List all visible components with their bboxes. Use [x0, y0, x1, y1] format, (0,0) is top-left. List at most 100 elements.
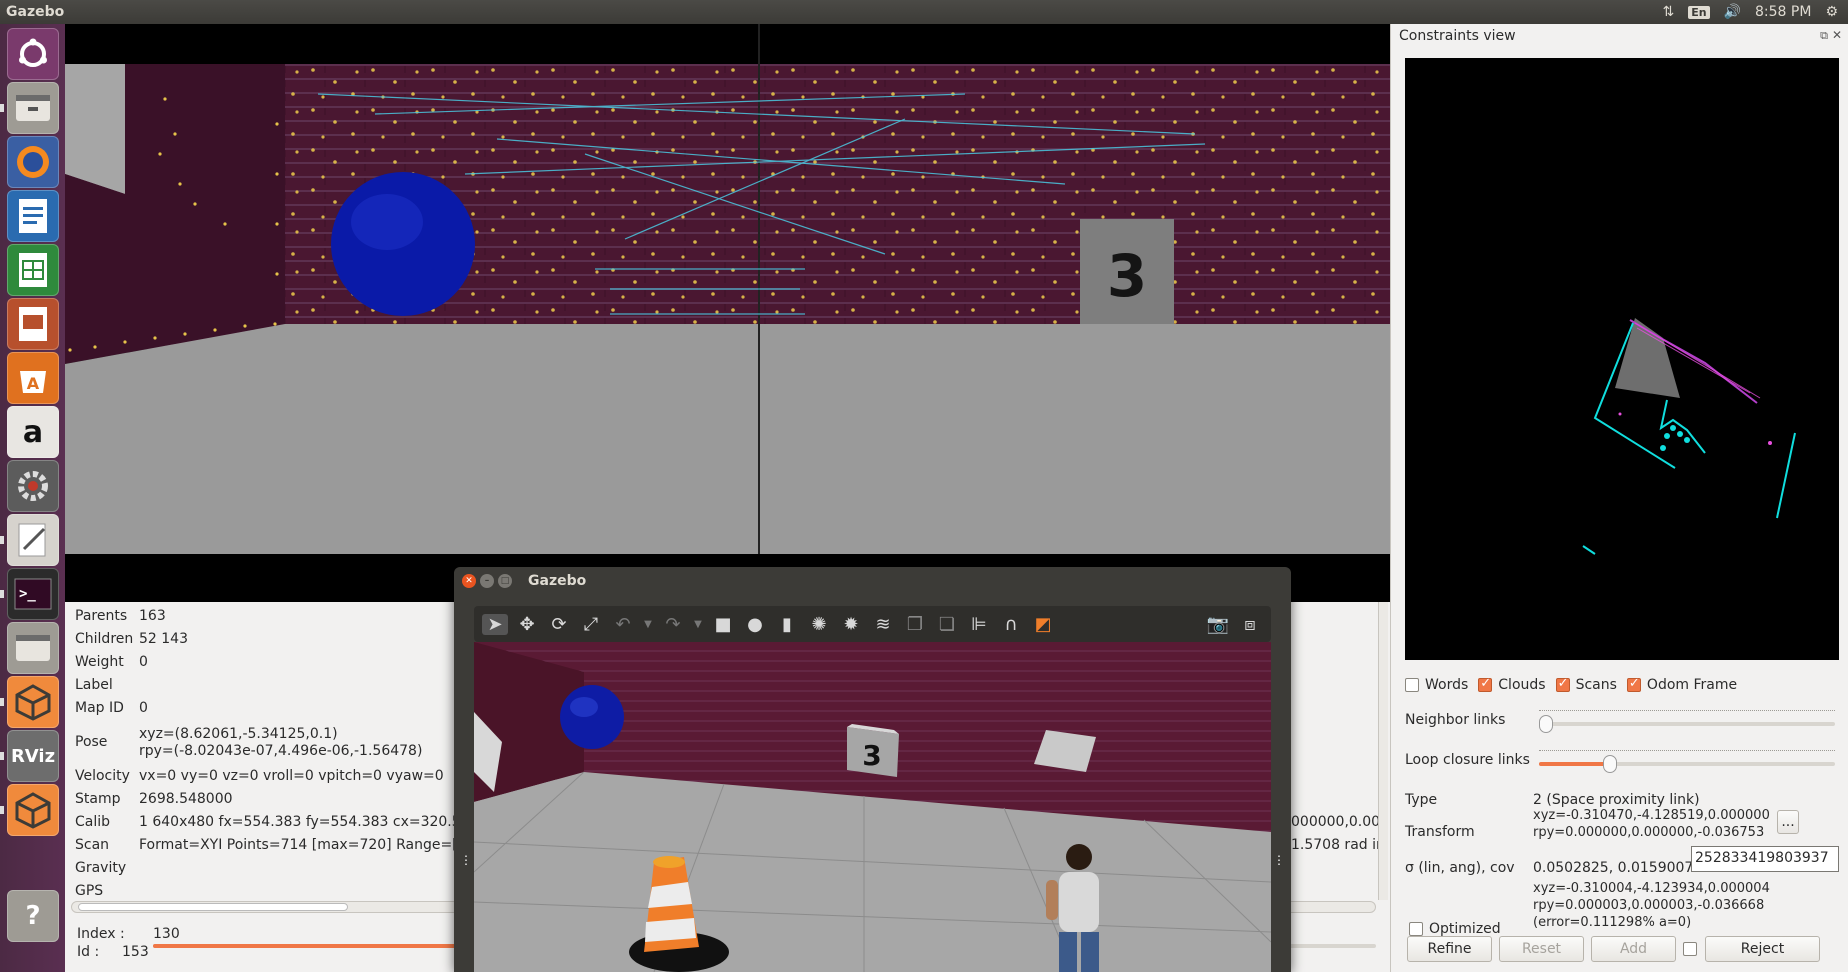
info-row-gps: GPS [75, 883, 104, 899]
box-icon[interactable]: ■ [710, 614, 736, 635]
redo-icon[interactable]: ↷ [660, 614, 686, 635]
writer-icon[interactable] [7, 190, 59, 242]
align-icon[interactable]: ⊫ [966, 614, 992, 635]
constraints-title: Constraints view [1399, 28, 1516, 44]
files-icon[interactable] [7, 82, 59, 134]
svg-text:A: A [27, 374, 40, 393]
refine-button[interactable]: Refine [1407, 936, 1492, 962]
optimized-checkbox[interactable]: Optimized [1409, 921, 1501, 937]
reset-button[interactable]: Reset [1499, 936, 1584, 962]
info-vertical-scrollbar[interactable] [1378, 602, 1388, 900]
record-icon[interactable]: ⧈ [1237, 614, 1263, 635]
undo-dropdown-icon[interactable]: ▼ [642, 619, 654, 630]
info-row-mapid: Map ID 0 [75, 700, 148, 716]
magnet-icon[interactable]: ∩ [998, 614, 1024, 635]
loop-closure-links-label: Loop closure links [1405, 752, 1530, 768]
help-icon[interactable]: ? [7, 890, 59, 942]
copy-icon[interactable]: ❐ [902, 614, 928, 635]
gazebo-titlebar[interactable]: ✕ – □ Gazebo [454, 567, 1291, 595]
display-options: Words Clouds Scans Odom Frame [1405, 676, 1747, 693]
running-indicator [0, 698, 4, 706]
sphere-icon[interactable]: ● [742, 614, 768, 635]
select-arrow-icon[interactable]: ➤ [482, 613, 508, 635]
keyboard-layout-indicator[interactable]: En [1688, 5, 1710, 19]
covariance-field[interactable]: 252833419803937 [1691, 846, 1839, 872]
amazon-icon[interactable]: a [7, 406, 59, 458]
scale-icon[interactable]: ⤢ [578, 614, 604, 635]
gazebo-icon[interactable] [7, 676, 59, 728]
spot-light-icon[interactable]: ✹ [838, 614, 864, 635]
neighbor-links-slider-handle[interactable] [1539, 715, 1553, 733]
info-row-weight: Weight 0 [75, 654, 148, 670]
ubuntu-dash-icon[interactable] [7, 28, 59, 80]
add-option-checkbox[interactable] [1683, 942, 1697, 956]
neighbor-links-label: Neighbor links [1405, 712, 1506, 728]
volume-icon[interactable]: 🔊 [1724, 4, 1741, 20]
left-splitter-handle[interactable]: ⋮ [460, 853, 472, 867]
right-splitter-handle[interactable]: ⋮ [1273, 853, 1285, 867]
firefox-icon[interactable] [7, 136, 59, 188]
paste-icon[interactable]: ❏ [934, 614, 960, 635]
software-center-icon[interactable]: A [7, 352, 59, 404]
calib-tail-text: 000000,0.00 [1291, 814, 1381, 830]
scans-checkbox[interactable]: Scans [1555, 676, 1617, 693]
info-row-velocity: Velocity vx=0 vy=0 vz=0 vroll=0 vpitch=0 … [75, 768, 444, 784]
neighbor-ticks [1539, 710, 1835, 714]
undo-icon[interactable]: ↶ [610, 614, 636, 635]
add-button[interactable]: Add [1591, 936, 1676, 962]
maximize-window-icon[interactable]: □ [498, 574, 512, 588]
index-value: 130 [153, 926, 180, 942]
transform-value: xyz=-0.310470,-4.128519,0.000000 rpy=0.0… [1533, 808, 1770, 840]
sigma-label: σ (lin, ang), cov [1405, 860, 1515, 876]
info-row-children: Children 52 143 [75, 631, 188, 647]
gazebo-window-title: Gazebo [528, 573, 587, 589]
camera-icon[interactable]: 📷 [1205, 614, 1231, 635]
neighbor-links-slider[interactable] [1539, 715, 1835, 733]
terminal-icon[interactable]: >_ [7, 568, 59, 620]
index-label: Index : [77, 926, 125, 942]
rviz-icon[interactable]: RViz [7, 730, 59, 782]
close-window-icon[interactable]: ✕ [462, 574, 476, 588]
svg-text:>_: >_ [19, 586, 36, 602]
gazebo-3d-scene[interactable]: 3 [474, 642, 1271, 972]
cylinder-icon[interactable]: ▮ [774, 614, 800, 635]
directional-light-icon[interactable]: ≋ [870, 614, 896, 635]
transform-more-button[interactable]: ... [1777, 810, 1799, 834]
gear-icon[interactable]: ⚙ [1825, 4, 1838, 20]
constraints-graph-view[interactable] [1405, 58, 1839, 660]
view-angle-icon[interactable]: ◩ [1030, 614, 1056, 635]
translate-icon[interactable]: ✥ [514, 614, 540, 635]
odom-frame-checkbox[interactable]: Odom Frame [1626, 676, 1737, 693]
running-indicator [0, 104, 4, 112]
gazebo-window: ✕ – □ Gazebo ➤ ✥ ⟳ ⤢ ↶ ▼ ↷ ▼ ■ ● ▮ ✺ ✹ ≋… [454, 567, 1291, 972]
close-panel-icon[interactable]: ✕ [1832, 28, 1842, 42]
info-row-calib: Calib 1 640x480 fx=554.383 fy=554.383 cx=… [75, 814, 493, 830]
impress-icon[interactable] [7, 298, 59, 350]
camera-3d-view[interactable]: 3 [65, 24, 1390, 602]
float-panel-icon[interactable]: ⧉ [1820, 29, 1828, 43]
calc-icon[interactable] [7, 244, 59, 296]
point-light-icon[interactable]: ✺ [806, 614, 832, 635]
loop-closure-links-slider[interactable] [1539, 755, 1835, 773]
settings-icon[interactable] [7, 460, 59, 512]
info-row-pose: Pose xyz=(8.62061,-5.34125,0.1) rpy=(-8.0… [75, 726, 423, 759]
gazebo-icon-2[interactable] [7, 784, 59, 836]
running-indicator [0, 752, 4, 760]
type-value: 2 (Space proximity link) [1533, 792, 1700, 808]
info-row-label: Label [75, 677, 113, 693]
redo-dropdown-icon[interactable]: ▼ [692, 619, 704, 630]
top-panel: Gazebo ⇅ En 🔊 8:58 PM ⚙ [0, 0, 1848, 24]
rotate-icon[interactable]: ⟳ [546, 614, 572, 635]
scene-sign-number: 3 [862, 739, 881, 772]
network-updown-icon[interactable]: ⇅ [1662, 4, 1674, 20]
files-icon-2[interactable] [7, 622, 59, 674]
clock[interactable]: 8:58 PM [1755, 4, 1811, 20]
loop-closure-slider-handle[interactable] [1603, 755, 1617, 773]
text-editor-icon[interactable] [7, 514, 59, 566]
words-checkbox[interactable]: Words [1405, 677, 1468, 693]
scrollbar-thumb[interactable] [78, 903, 348, 911]
sign-number: 3 [1107, 242, 1147, 310]
clouds-checkbox[interactable]: Clouds [1478, 676, 1546, 693]
minimize-window-icon[interactable]: – [480, 574, 494, 588]
reject-button[interactable]: Reject [1705, 936, 1820, 962]
